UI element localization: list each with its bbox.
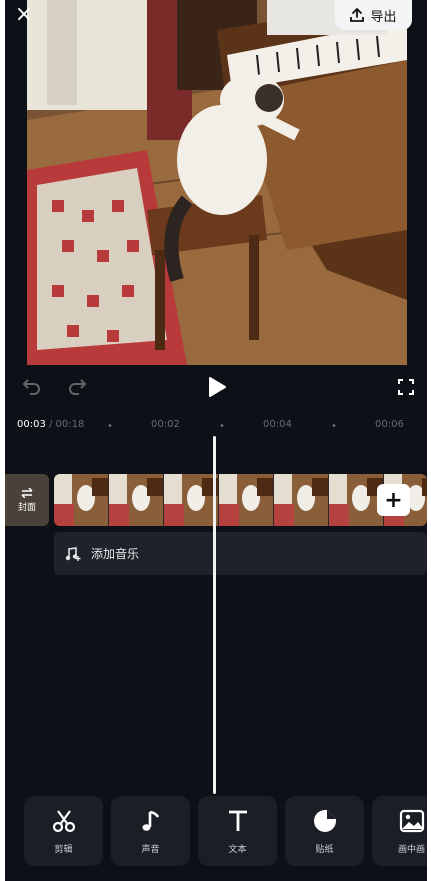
tool-label: 声音 xyxy=(141,844,160,855)
close-icon: × xyxy=(14,2,34,27)
bottom-toolbar: 剪辑 声音 文本 贴纸 画中画 xyxy=(5,793,427,881)
video-editor: × 导出 00:03 / 00:18 • 00:02 • 00:04 • 00:… xyxy=(5,0,427,881)
tick-label: 00:06 xyxy=(375,419,404,430)
current-time: 00:03 xyxy=(17,419,46,430)
clip-thumbnail xyxy=(329,474,384,526)
plus-icon: + xyxy=(384,487,403,513)
tool-audio[interactable]: 声音 xyxy=(111,796,190,866)
add-music-track[interactable]: 添加音乐 xyxy=(54,532,427,575)
time-ruler[interactable]: 00:03 / 00:18 • 00:02 • 00:04 • 00:06 xyxy=(5,412,427,438)
tool-label: 画中画 xyxy=(397,844,425,855)
swap-icon xyxy=(21,487,33,498)
video-preview[interactable] xyxy=(27,0,407,365)
undo-icon[interactable] xyxy=(22,377,42,395)
redo-icon[interactable] xyxy=(67,377,87,395)
tool-label: 剪辑 xyxy=(54,844,73,855)
music-add-icon xyxy=(65,546,81,561)
cover-label: 封面 xyxy=(17,502,36,513)
tool-text[interactable]: 文本 xyxy=(198,796,277,866)
playhead[interactable] xyxy=(213,436,216,794)
export-button[interactable]: 导出 xyxy=(335,0,412,30)
video-clip-strip[interactable] xyxy=(54,474,427,526)
cover-button[interactable]: 封面 xyxy=(5,474,49,526)
clip-thumbnail xyxy=(164,474,219,526)
play-icon[interactable] xyxy=(208,377,226,397)
video-frame-image xyxy=(27,0,407,365)
scissors-icon xyxy=(52,809,75,832)
clip-thumbnail xyxy=(109,474,164,526)
tool-sticker[interactable]: 贴纸 xyxy=(285,796,364,866)
add-clip-button[interactable]: + xyxy=(377,484,410,516)
tick-label: 00:02 xyxy=(151,419,180,430)
tick-label: 00:04 xyxy=(263,419,292,430)
upload-icon xyxy=(350,8,365,22)
tick-dot: • xyxy=(331,421,337,432)
music-note-icon xyxy=(142,810,159,831)
tool-picture-in-picture[interactable]: 画中画 xyxy=(372,796,427,866)
tool-label: 文本 xyxy=(228,844,247,855)
clip-thumbnail xyxy=(54,474,109,526)
text-icon xyxy=(228,810,247,831)
clip-thumbnail xyxy=(274,474,329,526)
export-label: 导出 xyxy=(370,9,397,25)
sticker-icon xyxy=(313,809,336,832)
tool-edit[interactable]: 剪辑 xyxy=(24,796,103,866)
add-music-label: 添加音乐 xyxy=(91,547,140,561)
close-button[interactable]: × xyxy=(9,2,39,28)
tick-dot: • xyxy=(107,421,113,432)
total-time: / 00:18 xyxy=(45,419,85,430)
timecode: 00:03 / 00:18 xyxy=(17,419,84,430)
fullscreen-icon[interactable] xyxy=(398,379,414,395)
picture-in-picture-icon xyxy=(399,809,424,832)
tool-label: 贴纸 xyxy=(315,844,334,855)
clip-thumbnail xyxy=(219,474,274,526)
tick-dot: • xyxy=(219,421,225,432)
